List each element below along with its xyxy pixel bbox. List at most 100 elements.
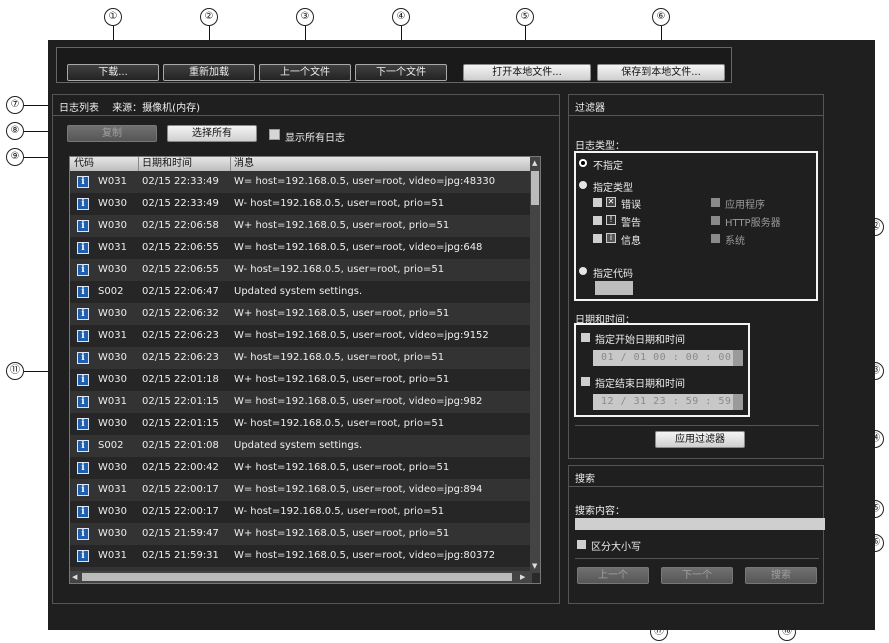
table-row[interactable]: i W030 02/15 22:06:32 W+ host=192.168.0.5, … [70,303,532,325]
log-type-label: 日志类型： [575,141,625,152]
cell-code: W031 [98,242,127,253]
toolbar: 下载... 重新加载 上一个文件 下一个文件 打开本地文件... 保存到本地文件… [56,47,732,83]
cell-dt: 02/15 21:59:31 [142,550,219,561]
table-row[interactable]: i S002 02/15 22:01:08 Updated system settin… [70,435,532,457]
end-datetime-spinner[interactable] [733,394,743,410]
system-checkbox[interactable] [711,234,720,243]
error-checkbox[interactable] [593,198,602,207]
error-label: 错误 [621,200,641,211]
vertical-scroll-thumb[interactable] [531,171,539,205]
table-row[interactable]: i W030 02/15 22:01:18 W+ host=192.168.0.5, … [70,369,532,391]
table-row[interactable]: i W030 02/15 22:33:49 W- host=192.168.0.5, … [70,193,532,215]
vertical-scrollbar[interactable]: ▲ ▼ [530,157,540,573]
system-label: 系统 [725,236,745,247]
application-checkbox[interactable] [711,198,720,207]
info-checkbox[interactable] [593,234,602,243]
reload-button[interactable]: 重新加载 [163,64,255,81]
info-type-icon: i [606,233,616,243]
apply-filter-button[interactable]: 应用过滤器 [655,431,745,448]
table-row[interactable]: i W030 02/15 22:01:15 W- host=192.168.0.5, … [70,413,532,435]
scroll-right-icon[interactable]: ▶ [520,572,525,582]
cell-dt: 02/15 22:33:49 [142,176,219,187]
specify-code-radio[interactable] [579,267,587,275]
end-datetime-checkbox[interactable] [581,377,590,386]
table-row[interactable]: i W030 02/15 22:06:55 W- host=192.168.0.5, … [70,259,532,281]
save-local-file-button[interactable]: 保存到本地文件... [597,64,725,81]
table-row[interactable]: i S002 02/15 22:06:47 Updated system settin… [70,281,532,303]
log-table[interactable]: 代码 日期和时间 消息 i W031 02/15 22:33:49 W= host=1… [69,156,541,584]
next-file-button[interactable]: 下一个文件 [355,64,447,81]
select-all-button[interactable]: 选择所有 [167,125,257,142]
table-row[interactable]: i W031 02/15 22:06:23 W= host=192.168.0.5, … [70,325,532,347]
table-row[interactable]: i W031 02/15 22:33:49 W= host=192.168.0.5, … [70,171,532,193]
cell-msg: W- host=192.168.0.5, user=root, prio=51 [234,198,445,209]
info-icon: i [77,550,89,562]
info-label: 信息 [621,236,641,247]
callout-3: ③ [296,8,314,26]
cell-code: W030 [98,264,127,275]
cell-dt: 02/15 22:01:18 [142,374,219,385]
cell-code: S002 [98,286,124,297]
start-datetime-spinner[interactable] [733,350,743,366]
unspecified-label: 不指定 [593,161,623,172]
cell-code: W031 [98,484,127,495]
table-row[interactable]: i W030 02/15 22:00:42 W+ host=192.168.0.5, … [70,457,532,479]
scroll-left-icon[interactable]: ◀ [72,572,77,582]
info-icon: i [77,330,89,342]
prev-file-button[interactable]: 上一个文件 [259,64,351,81]
start-datetime-input[interactable]: 01 / 01 00 : 00 : 00 [593,350,733,366]
callout-2: ② [200,8,218,26]
cell-dt: 02/15 22:33:49 [142,198,219,209]
cell-msg: Updated system settings. [234,440,363,451]
horizontal-scrollbar[interactable]: ◀ ▶ [70,571,532,583]
horizontal-scroll-thumb[interactable] [82,573,512,581]
unspecified-radio[interactable] [579,159,587,167]
code-input[interactable] [595,281,633,295]
search-input[interactable] [575,518,825,530]
source-value: 摄像机(内存) [142,103,200,114]
table-row[interactable]: i W030 02/15 21:59:47 W+ host=192.168.0.5, … [70,523,532,545]
cell-msg: W= host=192.168.0.5, user=root, video=jp… [234,176,496,187]
search-button[interactable]: 搜索 [745,567,817,584]
specify-code-label: 指定代码 [593,269,633,280]
col-header-message[interactable]: 消息 [234,157,254,171]
search-content-label: 搜索内容： [575,506,625,517]
scroll-down-icon[interactable]: ▼ [532,561,537,571]
copy-button[interactable]: 复制 [67,125,157,142]
filter-title: 过滤器 [575,103,605,114]
show-all-logs-checkbox[interactable] [269,129,280,140]
specify-type-radio[interactable] [579,181,587,189]
download-button[interactable]: 下载... [67,64,159,81]
cell-code: W031 [98,550,127,561]
cell-dt: 02/15 22:06:55 [142,242,219,253]
table-row[interactable]: i W031 02/15 22:06:55 W= host=192.168.0.5, … [70,237,532,259]
table-row[interactable]: i W030 02/15 22:06:58 W+ host=192.168.0.5, … [70,215,532,237]
col-header-code[interactable]: 代码 [74,157,94,171]
warning-icon: ! [606,215,616,225]
search-prev-button[interactable]: 上一个 [577,567,649,584]
cell-dt: 02/15 22:01:15 [142,418,219,429]
case-sensitive-checkbox[interactable] [577,540,586,549]
http-server-checkbox[interactable] [711,216,720,225]
table-row[interactable]: i W030 02/15 22:06:23 W- host=192.168.0.5, … [70,347,532,369]
start-datetime-checkbox[interactable] [581,333,590,342]
col-header-datetime[interactable]: 日期和时间 [142,157,192,171]
info-icon: i [77,286,89,298]
start-datetime-label: 指定开始日期和时间 [595,335,685,346]
info-icon: i [77,264,89,276]
source-label: 来源： [112,103,143,114]
cell-dt: 02/15 21:59:47 [142,528,219,539]
warning-checkbox[interactable] [593,216,602,225]
search-next-button[interactable]: 下一个 [661,567,733,584]
table-row[interactable]: i W030 02/15 22:00:17 W- host=192.168.0.5, … [70,501,532,523]
info-icon: i [77,374,89,386]
scroll-up-icon[interactable]: ▲ [532,158,537,168]
cell-msg: W+ host=192.168.0.5, user=root, prio=51 [234,374,450,385]
open-local-file-button[interactable]: 打开本地文件... [463,64,591,81]
end-datetime-input[interactable]: 12 / 31 23 : 59 : 59 [593,394,733,410]
table-row[interactable]: i W031 02/15 21:59:31 W= host=192.168.0.5, … [70,545,532,567]
show-all-logs-label: 显示所有日志 [285,133,345,144]
table-row[interactable]: i W031 02/15 22:01:15 W= host=192.168.0.5, … [70,391,532,413]
table-row[interactable]: i W031 02/15 22:00:17 W= host=192.168.0.5, … [70,479,532,501]
cell-msg: W- host=192.168.0.5, user=root, prio=51 [234,418,445,429]
